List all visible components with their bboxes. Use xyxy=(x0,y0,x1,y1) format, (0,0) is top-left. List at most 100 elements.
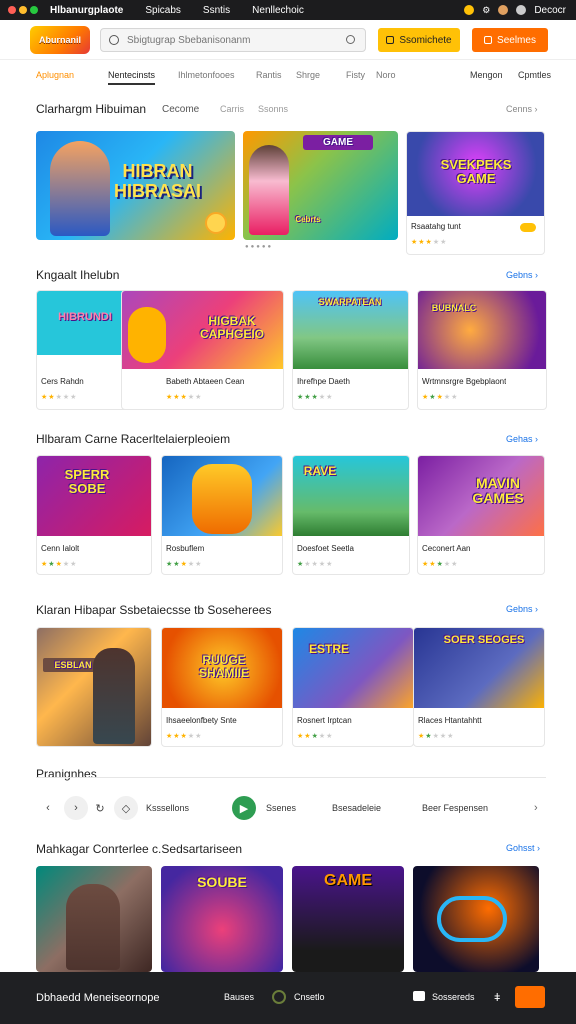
section-2-card-4[interactable]: MAVIN GAMES Ceconert Aan ★★★★★ xyxy=(417,455,545,575)
section-3-see-all-link[interactable]: Gebns › xyxy=(506,604,538,614)
bottom-bar-item-3[interactable]: Sossereds xyxy=(432,992,475,1002)
section-3-title: Klaran Hibapar Ssbetaiecsse tb Soseheree… xyxy=(36,603,272,617)
section-2-card-4-logo-text: MAVIN GAMES xyxy=(472,475,524,506)
os-menu-2[interactable]: Ssntis xyxy=(203,5,230,16)
nav-tab-1[interactable]: Nentecinsts xyxy=(108,70,156,85)
section-4-see-all-link[interactable]: Gohsst › xyxy=(506,843,540,853)
section-2-card-2-rating: ★★★★★ xyxy=(166,561,203,568)
section-1-see-all-link[interactable]: Gebns › xyxy=(506,270,538,280)
section-1-card-3-image: SWARPATEAN xyxy=(293,291,408,369)
refresh-icon[interactable]: ↻ xyxy=(88,796,112,820)
section-3-card-2[interactable]: RUUGE SHAMIIE Ihsaeelonfbety Snte ★★★★★ xyxy=(161,627,283,747)
os-menu-3[interactable]: Nenllechoic xyxy=(252,5,304,16)
minimize-dot-icon[interactable] xyxy=(19,6,27,14)
hero-card-2[interactable]: SVEKPEKS GAME Rsaatahg tunt ★★★★★ xyxy=(406,131,545,255)
bottom-bar-item-2[interactable]: Cnsetlo xyxy=(294,992,325,1002)
section-4-card-4[interactable] xyxy=(413,866,539,972)
hero-card-2-logo-text: SVEKPEKS GAME xyxy=(440,157,512,186)
hero-character-figure xyxy=(50,141,110,236)
os-menu-1[interactable]: Spicabs xyxy=(145,5,181,16)
hero-card-1-caption: Cebrts xyxy=(295,215,321,224)
hero-card-2-image: SVEKPEKS GAME xyxy=(407,132,544,216)
tag-icon[interactable]: ◇ xyxy=(114,796,138,820)
nav-tab-4[interactable]: Shrge xyxy=(296,70,320,80)
site-logo[interactable]: Aburnanil xyxy=(30,26,90,54)
section-3-card-3-title: Rosnert Irptcan xyxy=(297,716,352,725)
section-2-card-2[interactable]: Rosbuflem ★★★★★ xyxy=(161,455,283,575)
section-2-card-3[interactable]: RAVE Doesfoet Seetla ★★★★★ xyxy=(292,455,410,575)
filters-title: Pranignhes xyxy=(36,767,97,781)
section-4-card-3[interactable]: GAME xyxy=(292,866,404,972)
hero-banner[interactable]: HIBRAN HIBRASAI xyxy=(36,131,235,240)
hero-card-1[interactable]: GAME Cebrts xyxy=(243,131,398,240)
orange-action-button[interactable] xyxy=(515,986,545,1008)
camera-icon[interactable] xyxy=(413,991,425,1001)
section-2-card-1[interactable]: SPERR SOBE Cenn Ialolt ★★★★★ xyxy=(36,455,152,575)
filter-item-4[interactable]: Beer Fespensen xyxy=(422,803,488,813)
filter-bar: ‹ › ↻ ◇ Ksssellons ▶ Ssenes Bsesadeleie … xyxy=(36,796,546,822)
hero-tab-2[interactable]: Carris xyxy=(220,104,244,114)
section-2-see-all-link[interactable]: Gehas › xyxy=(506,434,538,444)
section-2-card-3-rating: ★★★★★ xyxy=(297,561,334,568)
section-1-card-4[interactable]: BUBNALC Wrtmnsrgre Bgebplaont ★★★★★ xyxy=(417,290,547,410)
section-4-card-2-logo-text: SOUBE xyxy=(197,874,247,890)
hero-banner-line-2: HIBRASAI xyxy=(114,181,202,201)
primary-button[interactable]: Ssomichete xyxy=(378,28,460,52)
close-dot-icon[interactable] xyxy=(8,6,16,14)
hero-see-all-label: Cenns xyxy=(506,104,533,114)
avatar-icon[interactable] xyxy=(498,5,509,15)
secondary-button-label: Seelmes xyxy=(497,34,536,46)
nav-tab-5[interactable]: Fisty xyxy=(346,70,365,80)
hero-card-1-image: GAME Cebrts xyxy=(243,131,398,240)
filter-item-3[interactable]: Bsesadeleie xyxy=(332,803,381,813)
section-1-card-2-rating: ★★★★★ xyxy=(166,394,203,401)
nav-right-2[interactable]: Cpmtles xyxy=(518,70,551,80)
secondary-button[interactable]: Seelmes xyxy=(472,28,548,52)
nav-tab-2[interactable]: Ihlmetonfooes xyxy=(178,70,235,80)
filter-item-2[interactable]: Ssenes xyxy=(266,803,296,813)
search-input[interactable] xyxy=(127,34,347,46)
play-circle-icon[interactable] xyxy=(272,990,286,1004)
section-3-card-3[interactable]: ESTRE Rosnert Irptcan ★★★★★ xyxy=(292,627,414,747)
hero-tab-3[interactable]: Ssonns xyxy=(258,104,288,114)
hero-see-all-link[interactable]: Cenns › xyxy=(506,104,538,114)
nav-tab-3[interactable]: Rantis xyxy=(256,70,282,80)
section-4-card-1[interactable] xyxy=(36,866,152,972)
section-3-card-4-logo-text: SOER SEOGES xyxy=(443,634,525,646)
maximize-dot-icon[interactable] xyxy=(30,6,38,14)
section-2-card-2-title: Rosbuflem xyxy=(166,544,205,553)
section-1-card-2-title: Babeth Abtaeen Cean xyxy=(166,377,245,386)
profile-icon[interactable] xyxy=(516,5,527,15)
section-2-card-1-title: Cenn Ialolt xyxy=(41,544,80,553)
section-2-card-4-image: MAVIN GAMES xyxy=(418,456,544,536)
os-right-label[interactable]: Decocr xyxy=(534,5,566,16)
bottom-bar-item-1[interactable]: Bauses xyxy=(224,992,254,1002)
section-3-card-4[interactable]: SOER SEOGES Rlaces Htantahhtt ★★★★★ xyxy=(413,627,545,747)
filter-item-1[interactable]: Ksssellons xyxy=(146,803,189,813)
section-1-card-4-image: BUBNALC xyxy=(418,291,546,369)
window-controls[interactable] xyxy=(8,6,38,14)
hero-carousel-dots[interactable]: ●●●●● xyxy=(245,244,273,250)
forward-arrow-icon[interactable]: › xyxy=(64,796,88,820)
section-3-card-4-title: Rlaces Htantahhtt xyxy=(418,716,482,725)
magnifier-icon[interactable] xyxy=(346,35,355,44)
nav-right-1[interactable]: Mengon xyxy=(470,70,503,80)
section-3-card-1[interactable]: ESBLAN xyxy=(36,627,152,747)
smiley-icon[interactable] xyxy=(464,5,475,15)
category-nav: Aplugnan Nentecinsts Ihlmetonfooes Ranti… xyxy=(0,66,576,88)
gear-icon[interactable]: ⚙ xyxy=(482,5,490,16)
section-1-card-2[interactable]: HIGBAK CAPHGEIO Babeth Abtaeen Cean ★★★★… xyxy=(121,290,284,410)
nav-tab-6[interactable]: Noro xyxy=(376,70,396,80)
chevron-right-icon[interactable]: › xyxy=(534,802,538,814)
section-1-card-3[interactable]: SWARPATEAN Ihrefhpe Daeth ★★★★★ xyxy=(292,290,409,410)
nav-brand[interactable]: Aplugnan xyxy=(36,70,74,80)
section-2-see-all-label: Gehas xyxy=(506,434,533,444)
hero-tab-1[interactable]: Cecome xyxy=(162,104,199,115)
pin-icon[interactable]: ǂ xyxy=(494,992,500,1004)
search-bar[interactable] xyxy=(100,28,366,52)
section-4-card-2[interactable]: SOUBE xyxy=(161,866,283,972)
back-arrow-icon[interactable]: ‹ xyxy=(36,796,60,820)
section-1-see-all-label: Gebns xyxy=(506,270,533,280)
section-1-card-2-logo-text: HIGBAK CAPHGEIO xyxy=(199,314,264,341)
play-icon[interactable]: ▶ xyxy=(232,796,256,820)
